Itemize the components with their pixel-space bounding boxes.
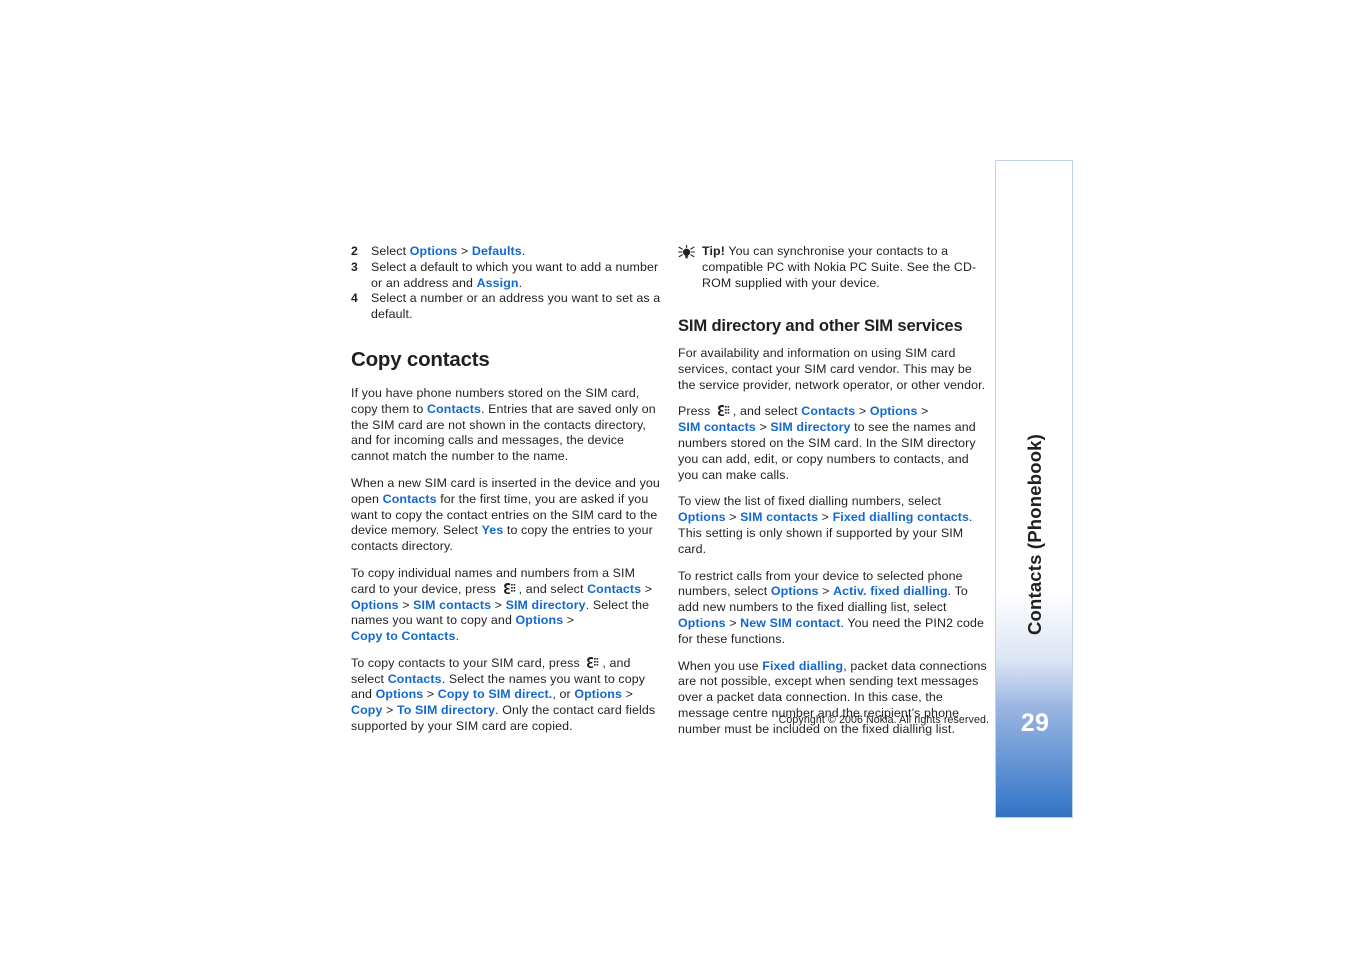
chapter-side-tab: Contacts (Phonebook) 29 bbox=[995, 160, 1073, 818]
section-heading-sim-directory: SIM directory and other SIM services bbox=[678, 316, 963, 336]
menu-separator: > bbox=[457, 244, 472, 258]
ui-term: Options bbox=[678, 510, 726, 525]
menu-separator: > bbox=[563, 613, 575, 628]
step-text: Select a default to which you want to ad… bbox=[371, 259, 659, 290]
left-text-column: 2 Select Options > Defaults. 3 Select a def… bbox=[351, 244, 662, 746]
ui-term: Defaults bbox=[471, 244, 522, 258]
ui-term: Contacts bbox=[382, 491, 437, 506]
menu-separator: > bbox=[423, 687, 438, 702]
ui-term: SIM directory bbox=[505, 597, 586, 612]
left-column-paragraphs: If you have phone numbers stored on the … bbox=[351, 386, 662, 735]
ui-term: Options bbox=[515, 613, 564, 628]
ui-term: Options bbox=[574, 687, 623, 702]
step-number: 3 bbox=[351, 259, 358, 274]
tip-callout: Tip! You can synchronise your contacts t… bbox=[678, 244, 989, 291]
chapter-label: Contacts (Phonebook) bbox=[996, 161, 1072, 641]
ui-term: Assign bbox=[476, 275, 519, 290]
ui-term: Copy bbox=[351, 703, 383, 718]
ui-term: Copy to Contacts bbox=[351, 629, 456, 644]
body-paragraph: When a new SIM card is inserted in the d… bbox=[351, 475, 660, 554]
menu-separator: > bbox=[755, 420, 771, 435]
ui-term: Options bbox=[770, 584, 819, 599]
ui-term: Options bbox=[375, 687, 424, 702]
right-text-column: Tip! You can synchronise your contacts t… bbox=[678, 244, 989, 749]
menu-separator: > bbox=[622, 687, 633, 702]
ui-term: SIM contacts bbox=[678, 420, 756, 435]
menu-key-icon bbox=[586, 656, 599, 669]
body-paragraph: For availability and information on usin… bbox=[678, 345, 986, 392]
numbered-step: 2 Select Options > Defaults. bbox=[351, 244, 662, 260]
ui-term: Options bbox=[678, 615, 726, 630]
page-number: 29 bbox=[1020, 709, 1050, 737]
ui-term: SIM contacts bbox=[740, 510, 819, 525]
ui-term: Contacts bbox=[587, 581, 642, 596]
numbered-step: 4 Select a number or an address you want … bbox=[351, 291, 662, 323]
menu-separator: > bbox=[818, 584, 834, 599]
lightbulb-tip-icon bbox=[678, 244, 696, 260]
ui-term: Fixed dialling contacts bbox=[832, 510, 970, 525]
ui-term: Contacts bbox=[387, 671, 442, 686]
menu-separator: > bbox=[491, 597, 506, 612]
body-paragraph: To restrict calls from your device to se… bbox=[678, 568, 985, 646]
ui-term: SIM directory bbox=[770, 420, 851, 435]
body-paragraph: To view the list of fixed dialling numbe… bbox=[678, 494, 973, 556]
ui-term: Copy to SIM direct. bbox=[437, 687, 553, 702]
ui-term: Contacts bbox=[427, 401, 482, 416]
step-text: Select Options > Defaults. bbox=[371, 244, 526, 258]
body-paragraph: Press , and select Contacts > Options > … bbox=[678, 404, 976, 482]
menu-separator: > bbox=[382, 703, 397, 718]
ui-term: Yes bbox=[481, 523, 504, 538]
body-paragraph: If you have phone numbers stored on the … bbox=[351, 385, 656, 464]
ui-term: Contacts bbox=[801, 404, 856, 419]
ui-term: Options bbox=[351, 597, 399, 612]
step-number: 4 bbox=[351, 291, 358, 306]
menu-key-icon bbox=[717, 404, 730, 417]
document-page: 2 Select Options > Defaults. 3 Select a def… bbox=[0, 0, 1351, 954]
numbered-steps-list: 2 Select Options > Defaults. 3 Select a def… bbox=[351, 244, 662, 323]
step-number: 2 bbox=[351, 244, 358, 258]
tip-label: Tip! bbox=[702, 244, 725, 258]
menu-separator: > bbox=[398, 597, 414, 612]
copyright-notice: Copyright © 2006 Nokia. All rights reser… bbox=[778, 714, 989, 726]
menu-separator: > bbox=[725, 615, 741, 630]
menu-separator: > bbox=[641, 581, 653, 596]
body-paragraph: To copy contacts to your SIM card, press… bbox=[351, 655, 656, 734]
ui-term: Options bbox=[409, 244, 458, 258]
body-paragraph: To copy individual names and numbers fro… bbox=[351, 565, 653, 644]
right-column-paragraphs: For availability and information on usin… bbox=[678, 346, 989, 738]
tip-text: You can synchronise your contacts to a c… bbox=[702, 244, 977, 290]
section-heading-copy-contacts: Copy contacts bbox=[351, 347, 490, 371]
menu-key-icon bbox=[503, 582, 516, 595]
numbered-step: 3 Select a default to which you want to a… bbox=[351, 260, 662, 292]
ui-term: Options bbox=[869, 404, 918, 419]
ui-term: To SIM directory bbox=[396, 703, 496, 718]
menu-separator: > bbox=[855, 404, 870, 419]
menu-separator: > bbox=[917, 404, 929, 419]
ui-term: SIM contacts bbox=[413, 597, 492, 612]
menu-separator: > bbox=[725, 510, 741, 525]
ui-term: Activ. fixed dialling bbox=[833, 584, 948, 599]
step-text: Select a number or an address you want t… bbox=[371, 291, 661, 322]
menu-separator: > bbox=[818, 510, 833, 525]
ui-term: Fixed dialling bbox=[762, 658, 844, 673]
ui-term: New SIM contact bbox=[740, 615, 841, 630]
chapter-label-text: Contacts (Phonebook) bbox=[1024, 433, 1045, 635]
